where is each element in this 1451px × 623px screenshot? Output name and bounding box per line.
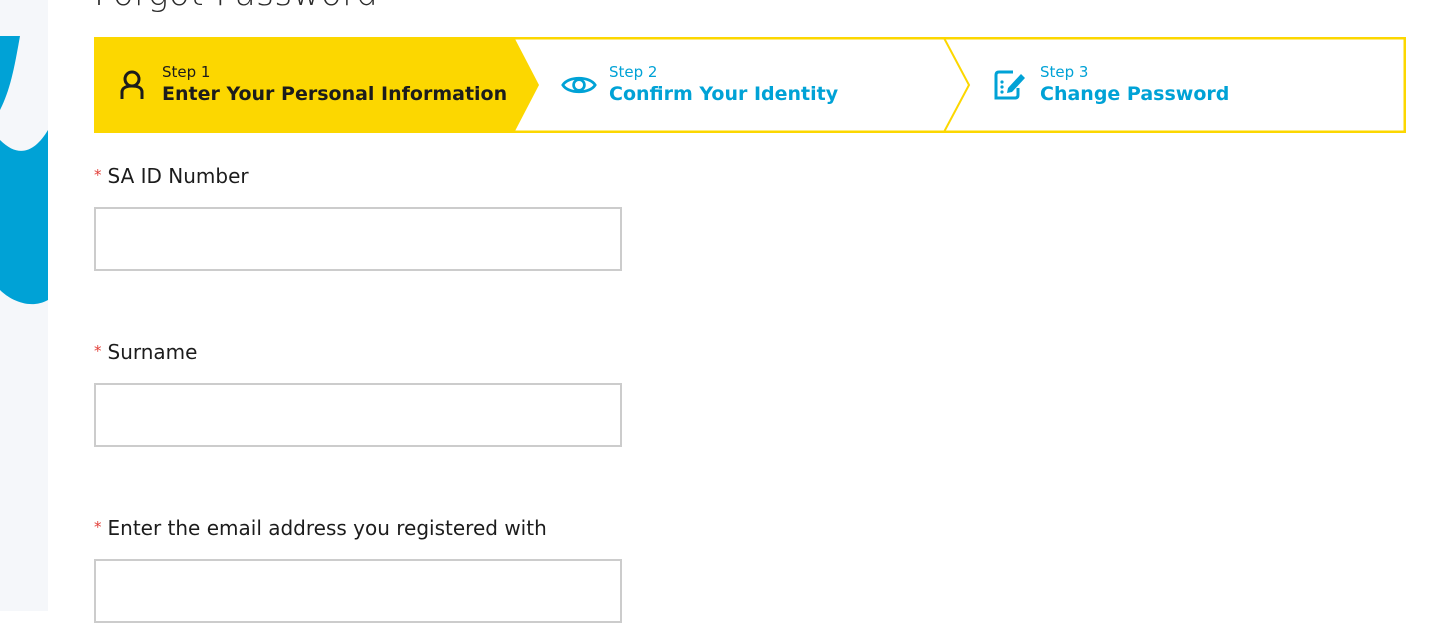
step-1-personal-information: Step 1 Enter Your Personal Information: [114, 37, 507, 133]
step-number: Step 1: [162, 63, 211, 81]
brand-swoosh-graphic: [0, 36, 48, 305]
step-number: Step 3: [1040, 63, 1089, 81]
page-title: Forgot Password: [94, 0, 378, 14]
step-title: Enter Your Personal Information: [162, 83, 508, 105]
email-input[interactable]: [94, 559, 622, 623]
email-label: * Enter the email address you registered …: [94, 516, 547, 540]
surname-input[interactable]: [94, 383, 622, 447]
surname-label: * Surname: [94, 340, 197, 364]
required-marker: *: [94, 166, 102, 184]
required-marker: *: [94, 342, 102, 360]
step-2-confirm-identity: Step 2 Confirm Your Identity: [561, 37, 838, 133]
step-title: Confirm Your Identity: [609, 83, 839, 105]
field-label-text: SA ID Number: [107, 164, 249, 188]
sa-id-number-input[interactable]: [94, 207, 622, 271]
field-label-text: Surname: [107, 340, 198, 364]
eye-icon: [561, 67, 597, 103]
step-3-change-password: Step 3 Change Password: [992, 37, 1229, 133]
sa-id-number-label: * SA ID Number: [94, 164, 249, 188]
person-icon: [114, 67, 150, 103]
step-title: Change Password: [1040, 83, 1230, 105]
progress-stepper: Step 1 Enter Your Personal Information S…: [94, 37, 1406, 133]
required-marker: *: [94, 518, 102, 536]
field-label-text: Enter the email address you registered w…: [107, 516, 547, 540]
edit-document-icon: [992, 67, 1028, 103]
step-number: Step 2: [609, 63, 658, 81]
left-decorative-strip: [0, 0, 48, 611]
